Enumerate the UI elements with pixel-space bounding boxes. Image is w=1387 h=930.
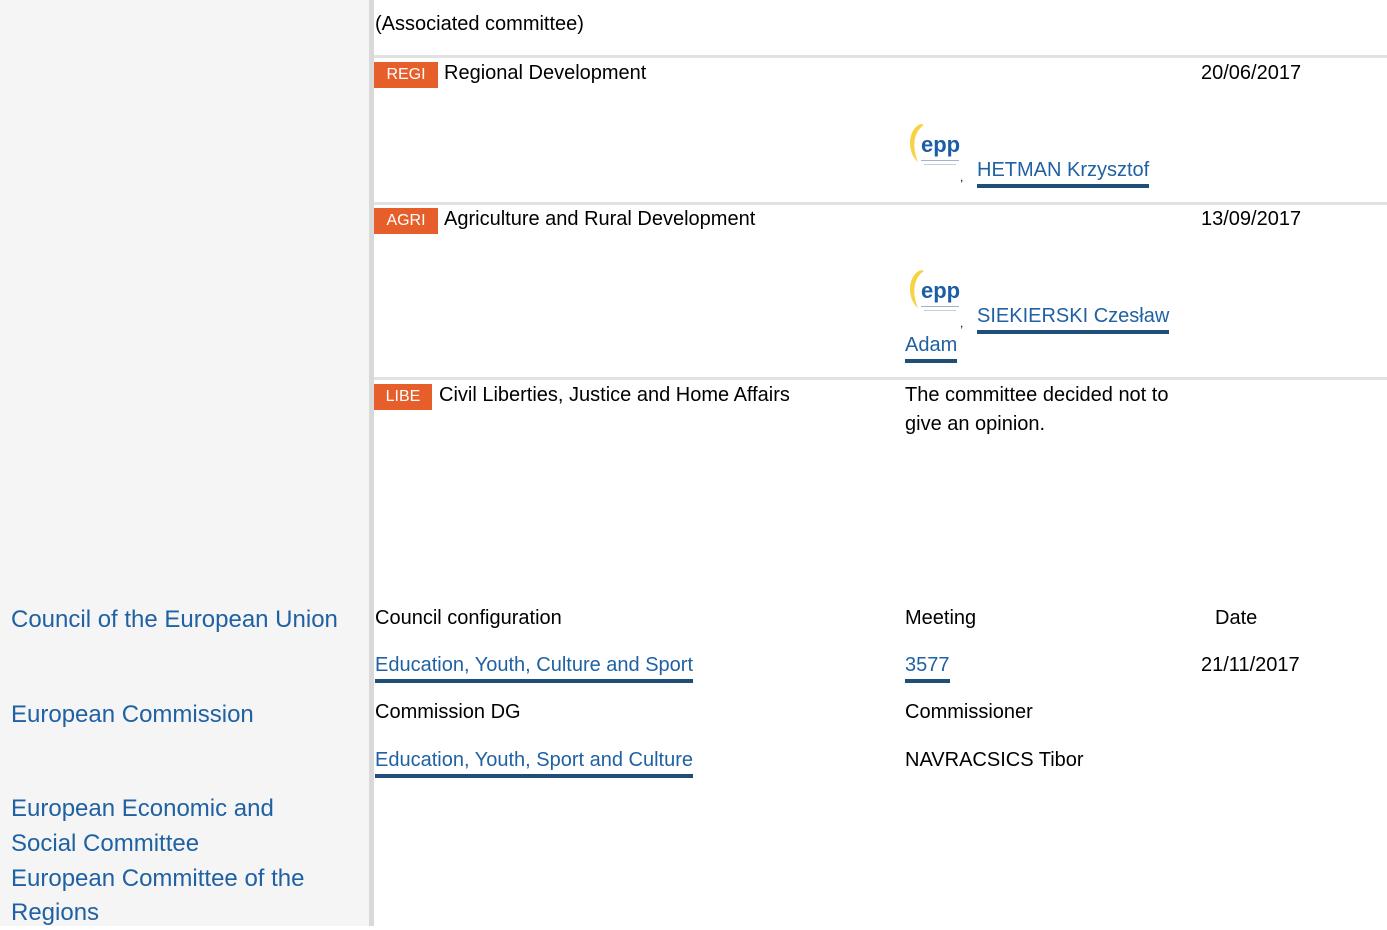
council-configuration-link[interactable]: Education, Youth, Culture and Sport [375, 653, 694, 683]
associated-committee-label: (Associated committee) [375, 13, 584, 35]
logo-comma: , [960, 316, 964, 330]
row-separator [374, 377, 1387, 380]
committee-badge-regi: REGI [374, 62, 438, 88]
council-link[interactable]: Council of the European Union [11, 603, 338, 637]
commission-link[interactable]: European Commission [11, 698, 254, 732]
logo-comma: , [960, 170, 964, 184]
epp-group-logo[interactable]: epp [904, 262, 966, 324]
commission-dg-link[interactable]: Education, Youth, Sport and Culture [375, 748, 694, 778]
committee-name-agri[interactable]: Agriculture and Rural Development [444, 207, 755, 231]
committee-date-regi: 20/06/2017 [1201, 62, 1302, 84]
opinion-note-cont: give an opinion. [905, 413, 1046, 435]
eesc-link-cont[interactable]: Social Committee [11, 827, 199, 861]
meeting-header: Meeting [905, 607, 977, 629]
svg-text:epp: epp [921, 278, 960, 303]
left-column-border [369, 0, 374, 926]
date-header: Date [1215, 607, 1258, 629]
opinion-note: The committee decided not to [905, 384, 1169, 406]
committee-name-regi[interactable]: Regional Development [444, 61, 646, 85]
rapporteur-link-siekierski-cont[interactable]: Adam [905, 333, 958, 363]
epp-logo-icon: epp [910, 124, 960, 165]
committee-badge-agri: AGRI [374, 208, 438, 234]
meeting-link[interactable]: 3577 [905, 653, 950, 683]
row-separator [374, 55, 1387, 58]
council-configuration-header: Council configuration [375, 607, 562, 629]
meeting-date: 21/11/2017 [1201, 654, 1300, 676]
commissioner-name: NAVRACSICS Tibor [905, 749, 1084, 771]
left-column [0, 0, 369, 926]
committee-date-agri: 13/09/2017 [1201, 208, 1302, 230]
committee-name-libe[interactable]: Civil Liberties, Justice and Home Affair… [439, 383, 790, 407]
epp-group-logo[interactable]: epp [904, 116, 966, 178]
rapporteur-link-hetman[interactable]: HETMAN Krzysztof [977, 158, 1150, 188]
committee-badge-libe: LIBE [374, 384, 432, 410]
commissioner-header: Commissioner [905, 701, 1033, 723]
rapporteur-link-siekierski[interactable]: SIEKIERSKI Czesław [977, 304, 1170, 334]
commission-dg-header: Commission DG [375, 701, 521, 723]
svg-text:epp: epp [921, 132, 960, 157]
row-separator [374, 202, 1387, 205]
cor-link[interactable]: European Committee of the [11, 862, 305, 896]
eesc-link[interactable]: European Economic and [11, 792, 274, 826]
cor-link-cont[interactable]: Regions [11, 896, 99, 930]
epp-logo-icon: epp [910, 270, 960, 311]
